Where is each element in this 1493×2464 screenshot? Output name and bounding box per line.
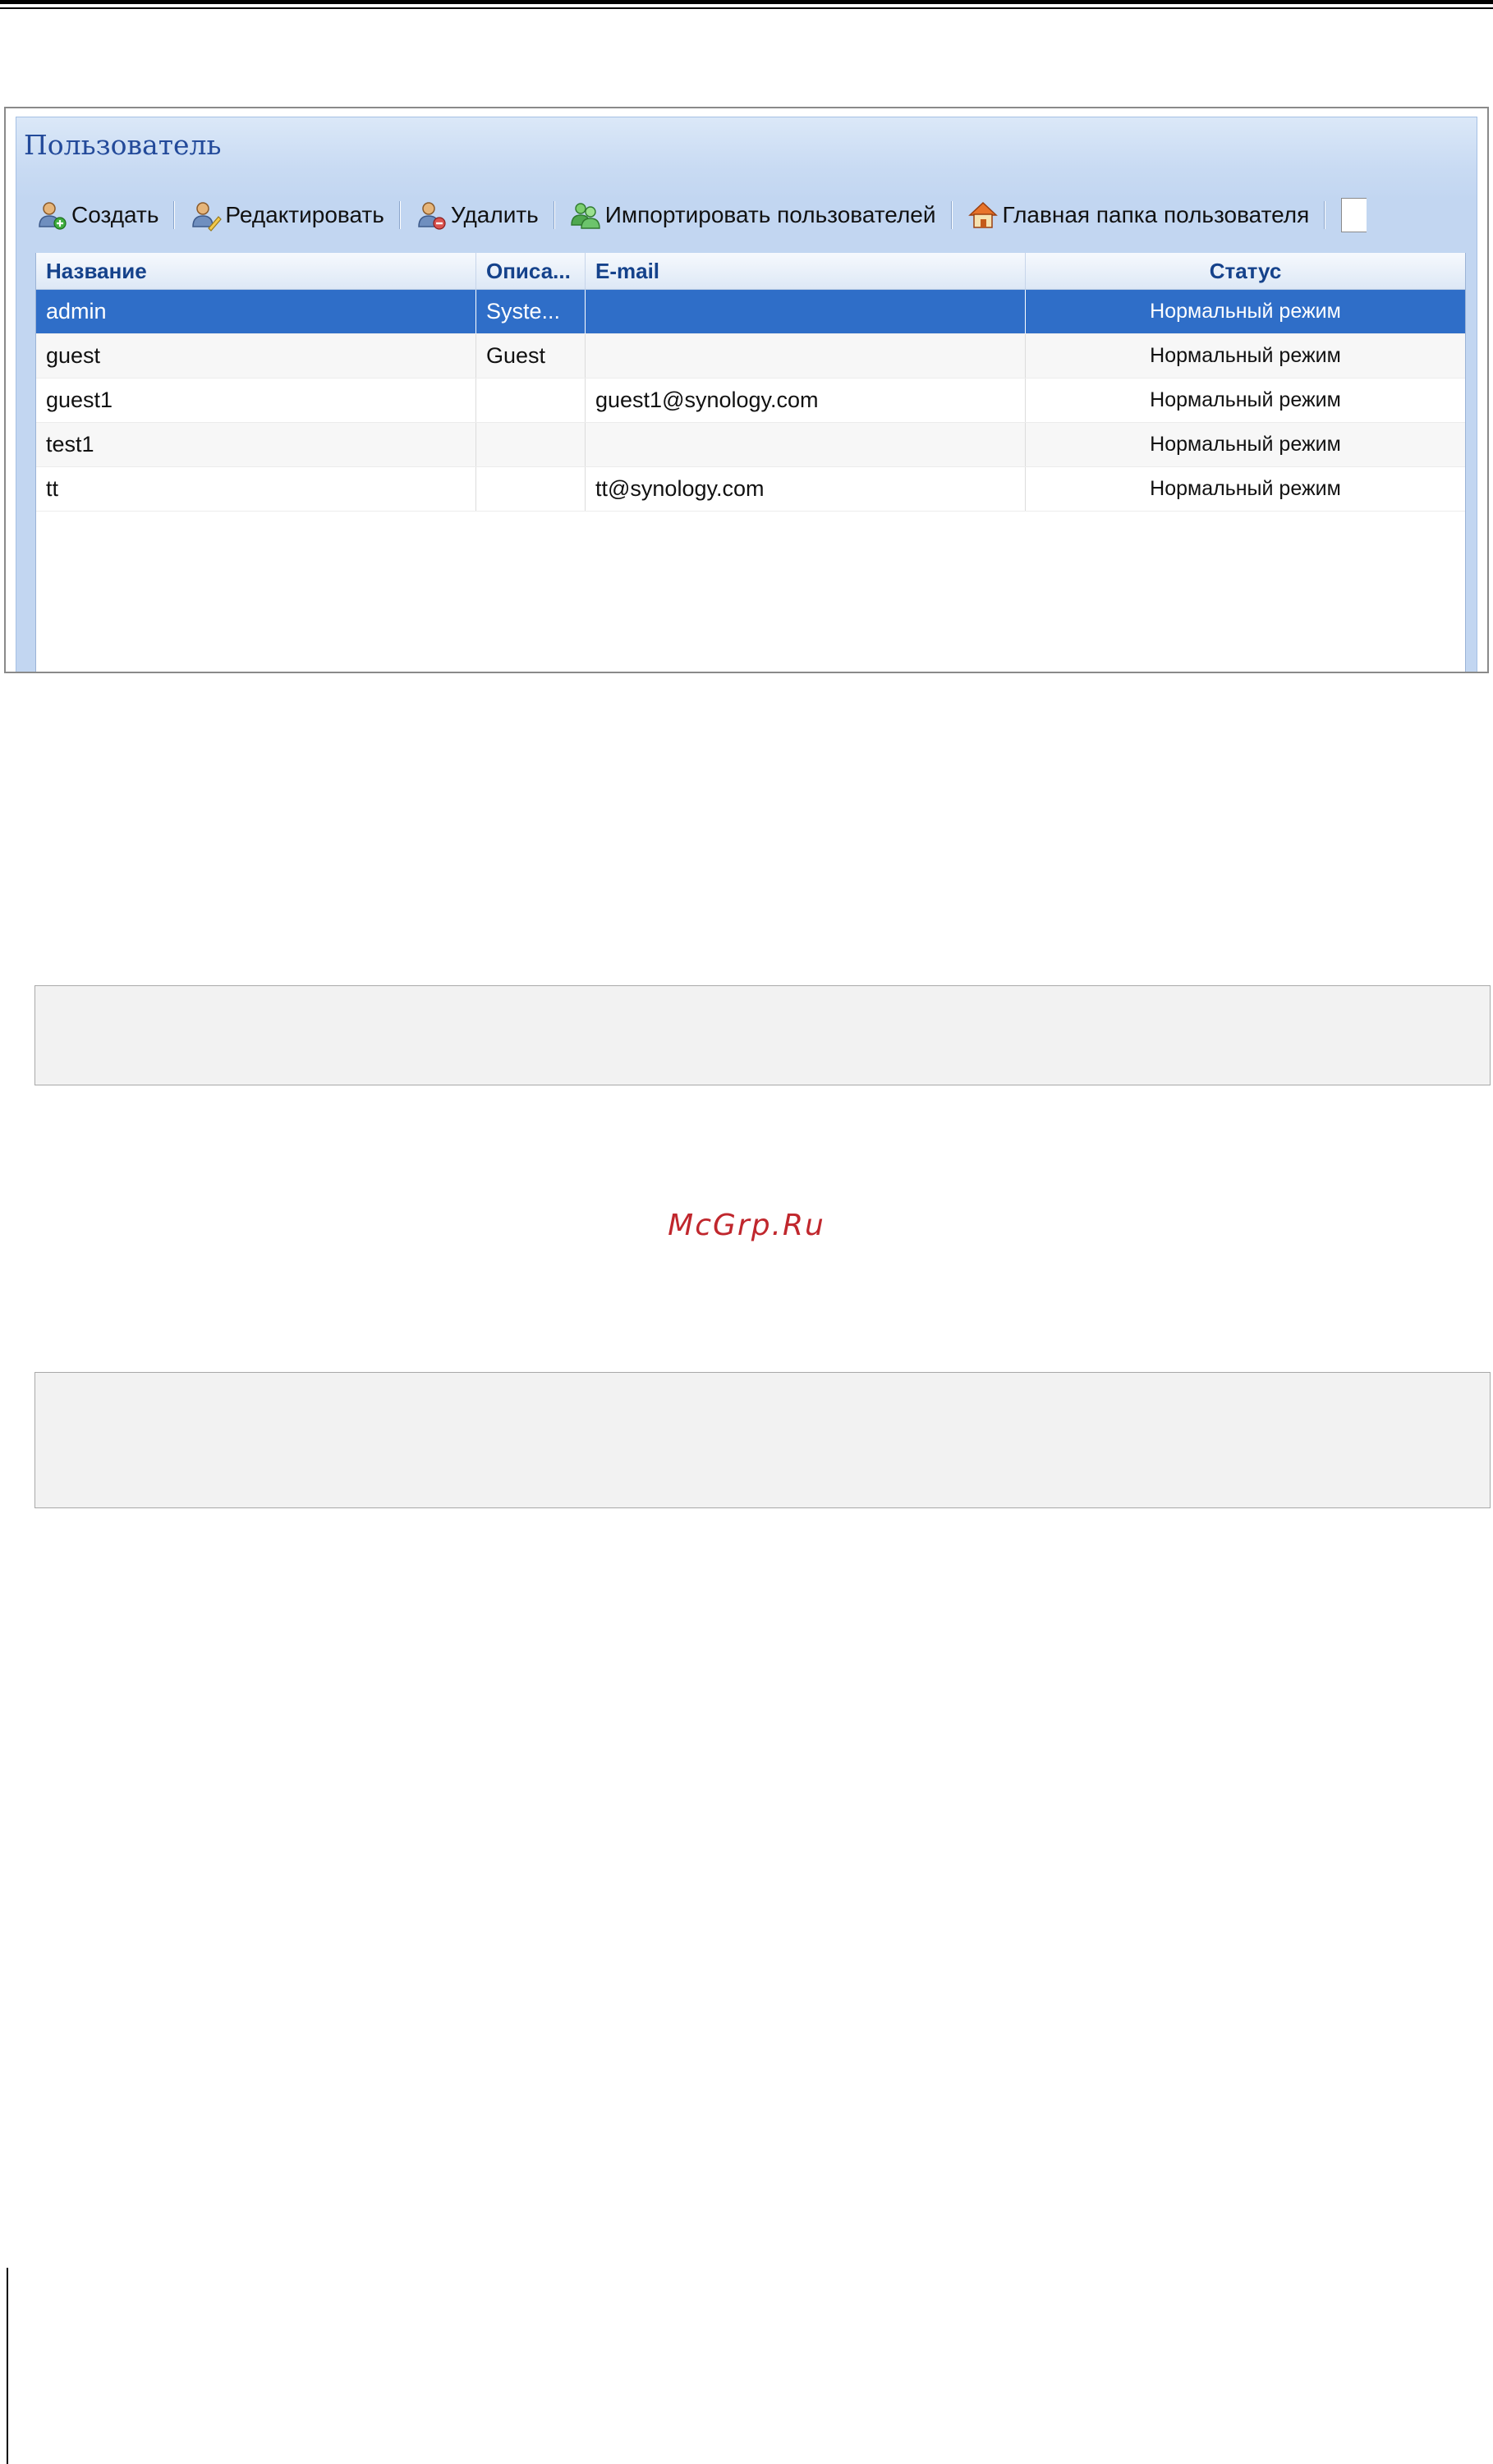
table-row[interactable]: guest1 guest1@synology.com Нормальный ре… bbox=[36, 379, 1465, 423]
toolbar-overflow-button[interactable] bbox=[1341, 198, 1367, 232]
user-delete-icon bbox=[418, 202, 446, 230]
cell-status: Нормальный режим bbox=[1150, 477, 1341, 500]
column-header-status[interactable]: Статус bbox=[1026, 253, 1465, 289]
delete-label: Удалить bbox=[450, 202, 539, 227]
margin-rule bbox=[7, 2268, 8, 2464]
column-header-name[interactable]: Название bbox=[36, 253, 476, 289]
home-folder-label: Главная папка пользователя bbox=[1002, 202, 1310, 227]
cell-name: test1 bbox=[36, 423, 476, 466]
table-row[interactable]: test1 Нормальный режим bbox=[36, 423, 1465, 467]
cell-status: Нормальный режим bbox=[1150, 344, 1341, 367]
column-header-description[interactable]: Описа... bbox=[476, 253, 586, 289]
import-users-button[interactable]: Импортировать пользователей bbox=[563, 195, 943, 235]
watermark: McGrp.Ru bbox=[668, 1209, 825, 1242]
grid-header: Название Описа... E-mail Статус bbox=[36, 253, 1465, 290]
import-users-label: Импортировать пользователей bbox=[604, 202, 936, 227]
user-add-icon bbox=[39, 202, 67, 230]
home-icon bbox=[967, 201, 998, 228]
cell-description bbox=[476, 423, 586, 466]
users-grid: Название Описа... E-mail Статус admin Sy… bbox=[35, 253, 1466, 672]
column-header-email[interactable]: E-mail bbox=[586, 253, 1026, 289]
toolbar-separator bbox=[173, 201, 175, 229]
note-box bbox=[34, 1372, 1491, 1508]
cell-description: Guest bbox=[476, 334, 586, 378]
toolbar-separator bbox=[398, 201, 400, 229]
users-import-icon bbox=[571, 203, 600, 229]
panel-title: Пользователь bbox=[24, 129, 222, 161]
edit-label: Редактировать bbox=[225, 202, 384, 227]
cell-status: Нормальный режим bbox=[1150, 388, 1341, 411]
user-edit-icon bbox=[192, 202, 223, 232]
cell-name: guest1 bbox=[36, 379, 476, 422]
cell-description: Syste... bbox=[476, 290, 586, 333]
create-button[interactable]: Создать bbox=[29, 195, 165, 235]
cell-description bbox=[476, 379, 586, 422]
cell-name: admin bbox=[36, 290, 476, 333]
table-row[interactable]: tt tt@synology.com Нормальный режим bbox=[36, 467, 1465, 512]
delete-button[interactable]: Удалить bbox=[408, 195, 545, 235]
home-folder-button[interactable]: Главная папка пользователя bbox=[960, 195, 1316, 235]
cell-email bbox=[586, 334, 1026, 378]
cell-email: guest1@synology.com bbox=[586, 379, 1026, 422]
cell-email bbox=[586, 290, 1026, 333]
cell-email: tt@synology.com bbox=[586, 467, 1026, 511]
toolbar-separator bbox=[950, 201, 952, 229]
toolbar: Создать Редактировать Удалить Импортиров… bbox=[16, 190, 1477, 240]
note-box bbox=[34, 985, 1491, 1085]
cell-status: Нормальный режим bbox=[1150, 300, 1341, 323]
cell-name: tt bbox=[36, 467, 476, 511]
cell-description bbox=[476, 467, 586, 511]
top-rule-thin bbox=[0, 7, 1493, 9]
cell-status: Нормальный режим bbox=[1150, 433, 1341, 456]
table-row[interactable]: admin Syste... Нормальный режим bbox=[36, 290, 1465, 334]
table-row[interactable]: guest Guest Нормальный режим bbox=[36, 334, 1465, 379]
user-window: Пользователь Создать Редактировать Удали… bbox=[4, 107, 1489, 673]
cell-email bbox=[586, 423, 1026, 466]
top-rule bbox=[0, 0, 1493, 4]
toolbar-separator bbox=[1324, 201, 1325, 229]
create-label: Создать bbox=[71, 202, 159, 227]
edit-button[interactable]: Редактировать bbox=[182, 195, 390, 235]
cell-name: guest bbox=[36, 334, 476, 378]
